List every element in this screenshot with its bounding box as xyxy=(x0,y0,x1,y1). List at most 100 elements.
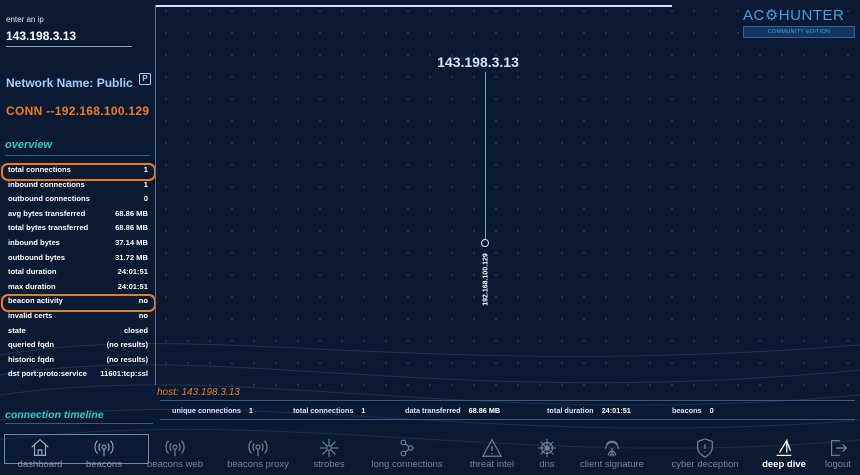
stat-value: 68.86 MB xyxy=(115,208,148,218)
stat-value: 24:01:51 xyxy=(117,281,148,291)
timeline-divider xyxy=(5,423,153,424)
beacon-web-icon xyxy=(140,433,210,459)
nav-beacons-web[interactable]: beacons web xyxy=(140,433,210,475)
child-node-label-wrap: 192.168.100.129 xyxy=(481,252,491,312)
nav-label: dashboard xyxy=(17,459,63,470)
host-stats: unique connections 1 total connections 1 d… xyxy=(160,406,855,418)
logo-text: AC⚙HUNTER xyxy=(743,7,845,24)
stat-value: 1 xyxy=(143,179,148,189)
stat-row-outbound-connections: outbound connections 0 xyxy=(0,192,155,207)
stat-row-beacon-activity: beacon activity no xyxy=(0,294,156,312)
stat-row-total-connections: total connections 1 xyxy=(0,163,156,181)
network-badge[interactable]: P xyxy=(139,73,151,85)
stat-label: inbound bytes xyxy=(8,237,60,247)
nav-long-connections[interactable]: long connections xyxy=(364,433,450,475)
stat-value: no xyxy=(138,310,148,320)
nav-label: logout xyxy=(825,459,851,470)
nav-cyber-deception[interactable]: cyber deception xyxy=(664,433,746,475)
dns-wheel-icon xyxy=(530,433,564,459)
nav-label: beacons web xyxy=(147,459,203,470)
stat-row-avg-bytes: avg bytes transferred 68.86 MB xyxy=(0,207,155,222)
host-stat-label: beacons xyxy=(672,406,702,415)
nav-client-signature[interactable]: client signature xyxy=(572,433,652,475)
nav-dashboard[interactable]: dashboard xyxy=(8,433,72,475)
graph-top-border xyxy=(155,5,672,7)
stat-row-dst-port: dst port:proto:service 11601:tcp:ssl xyxy=(0,367,155,382)
stat-label: max duration xyxy=(8,281,56,291)
nav-dns[interactable]: dns xyxy=(530,433,564,475)
nav-label: cyber deception xyxy=(671,459,739,470)
beacon-proxy-icon xyxy=(220,433,296,459)
nav-label: dns xyxy=(539,459,555,470)
beacon-icon xyxy=(78,433,130,459)
stat-label: state xyxy=(8,325,26,335)
child-node[interactable] xyxy=(481,239,489,247)
stat-value: 37.14 MB xyxy=(115,237,148,247)
host-stat-beacons: beacons 0 xyxy=(672,406,714,415)
host-stat-value: 1 xyxy=(361,406,366,415)
nav-label: strobes xyxy=(313,459,345,470)
nav-label: long connections xyxy=(371,459,443,470)
stat-label: avg bytes transferred xyxy=(8,208,86,218)
nav-logout[interactable]: logout xyxy=(818,433,858,475)
host-stat-data-transferred: data transferred 68.86 MB xyxy=(405,406,500,415)
nav-strobes[interactable]: strobes xyxy=(306,433,352,475)
host-stat-value: 1 xyxy=(248,406,253,415)
nav-deep-dive[interactable]: deep dive xyxy=(758,433,810,475)
host-stat-total-connections: total connections 1 xyxy=(293,406,365,415)
app-window: enter an ip 143.198.3.13 Network Name: P… xyxy=(0,0,860,475)
ip-input[interactable]: 143.198.3.13 xyxy=(6,29,76,43)
stat-label: historic fqdn xyxy=(8,354,54,364)
stat-row-total-bytes: total bytes transferred 68.86 MB xyxy=(0,221,155,236)
host-stat-value: 68.86 MB xyxy=(468,406,501,415)
ip-input-label: enter an ip xyxy=(6,15,44,24)
stat-value: (no results) xyxy=(106,354,148,364)
host-stat-label: unique connections xyxy=(172,406,241,415)
nav-label: client signature xyxy=(580,459,644,470)
nav-beacons-proxy[interactable]: beacons proxy xyxy=(220,433,296,475)
stat-row-total-duration: total duration 24:01:51 xyxy=(0,265,155,280)
overview-divider xyxy=(5,155,150,156)
nav-threat-intel[interactable]: threat intel xyxy=(462,433,522,475)
overview-stats: total connections 1 inbound connections … xyxy=(0,163,156,382)
child-node-label[interactable]: 192.168.100.129 xyxy=(483,251,490,309)
nav-beacons[interactable]: beacons xyxy=(78,433,130,475)
connection-timeline-title[interactable]: connection timeline xyxy=(5,409,104,421)
graph-left-border xyxy=(155,5,156,385)
host-stat-label: total duration xyxy=(547,406,594,415)
connection-title: CONN --192.168.100.129 xyxy=(6,104,150,118)
warning-icon xyxy=(462,433,522,459)
stat-value: closed xyxy=(123,325,148,335)
host-label: host: 143.198.3.13 xyxy=(157,387,240,398)
stat-value: (no results) xyxy=(106,340,148,350)
stat-value: 31.72 MB xyxy=(115,252,148,262)
stat-row-inbound-bytes: inbound bytes 37.14 MB xyxy=(0,236,155,251)
deep-dive-icon xyxy=(758,433,810,459)
network-name: Network Name: Public xyxy=(6,76,133,90)
ac-hunter-logo: AC⚙HUNTER COMMUNITY EDITION xyxy=(743,6,855,38)
stat-label: outbound connections xyxy=(8,194,90,204)
host-stat-total-duration: total duration 24:01:51 xyxy=(547,406,631,415)
stat-row-state: state closed xyxy=(0,324,155,339)
stat-row-historic-fqdn: historic fqdn (no results) xyxy=(0,353,155,368)
stat-row-inbound-connections: inbound connections 1 xyxy=(0,178,155,193)
stat-row-invalid-certs: invalid certs no xyxy=(0,309,155,324)
stat-row-outbound-bytes: outbound bytes 31.72 MB xyxy=(0,251,155,266)
long-connections-icon xyxy=(364,433,450,459)
host-divider-bottom xyxy=(160,419,855,420)
stat-value: no xyxy=(138,296,148,306)
root-node-label[interactable]: 143.198.3.13 xyxy=(385,54,571,70)
overview-title: overview xyxy=(5,139,53,151)
stat-value: 24:01:51 xyxy=(117,267,148,277)
nav-label: beacons proxy xyxy=(227,459,289,470)
stat-row-max-duration: max duration 24:01:51 xyxy=(0,280,155,295)
stat-row-queried-fqdn: queried fqdn (no results) xyxy=(0,338,155,353)
graph-edge xyxy=(485,72,486,240)
stat-value: 0 xyxy=(143,194,148,204)
stat-label: inbound connections xyxy=(8,179,85,189)
nav-label: threat intel xyxy=(469,459,515,470)
stat-label: outbound bytes xyxy=(8,252,65,262)
logout-icon xyxy=(818,433,858,459)
stat-label: queried fqdn xyxy=(8,340,54,350)
stat-label: total connections xyxy=(8,165,71,174)
